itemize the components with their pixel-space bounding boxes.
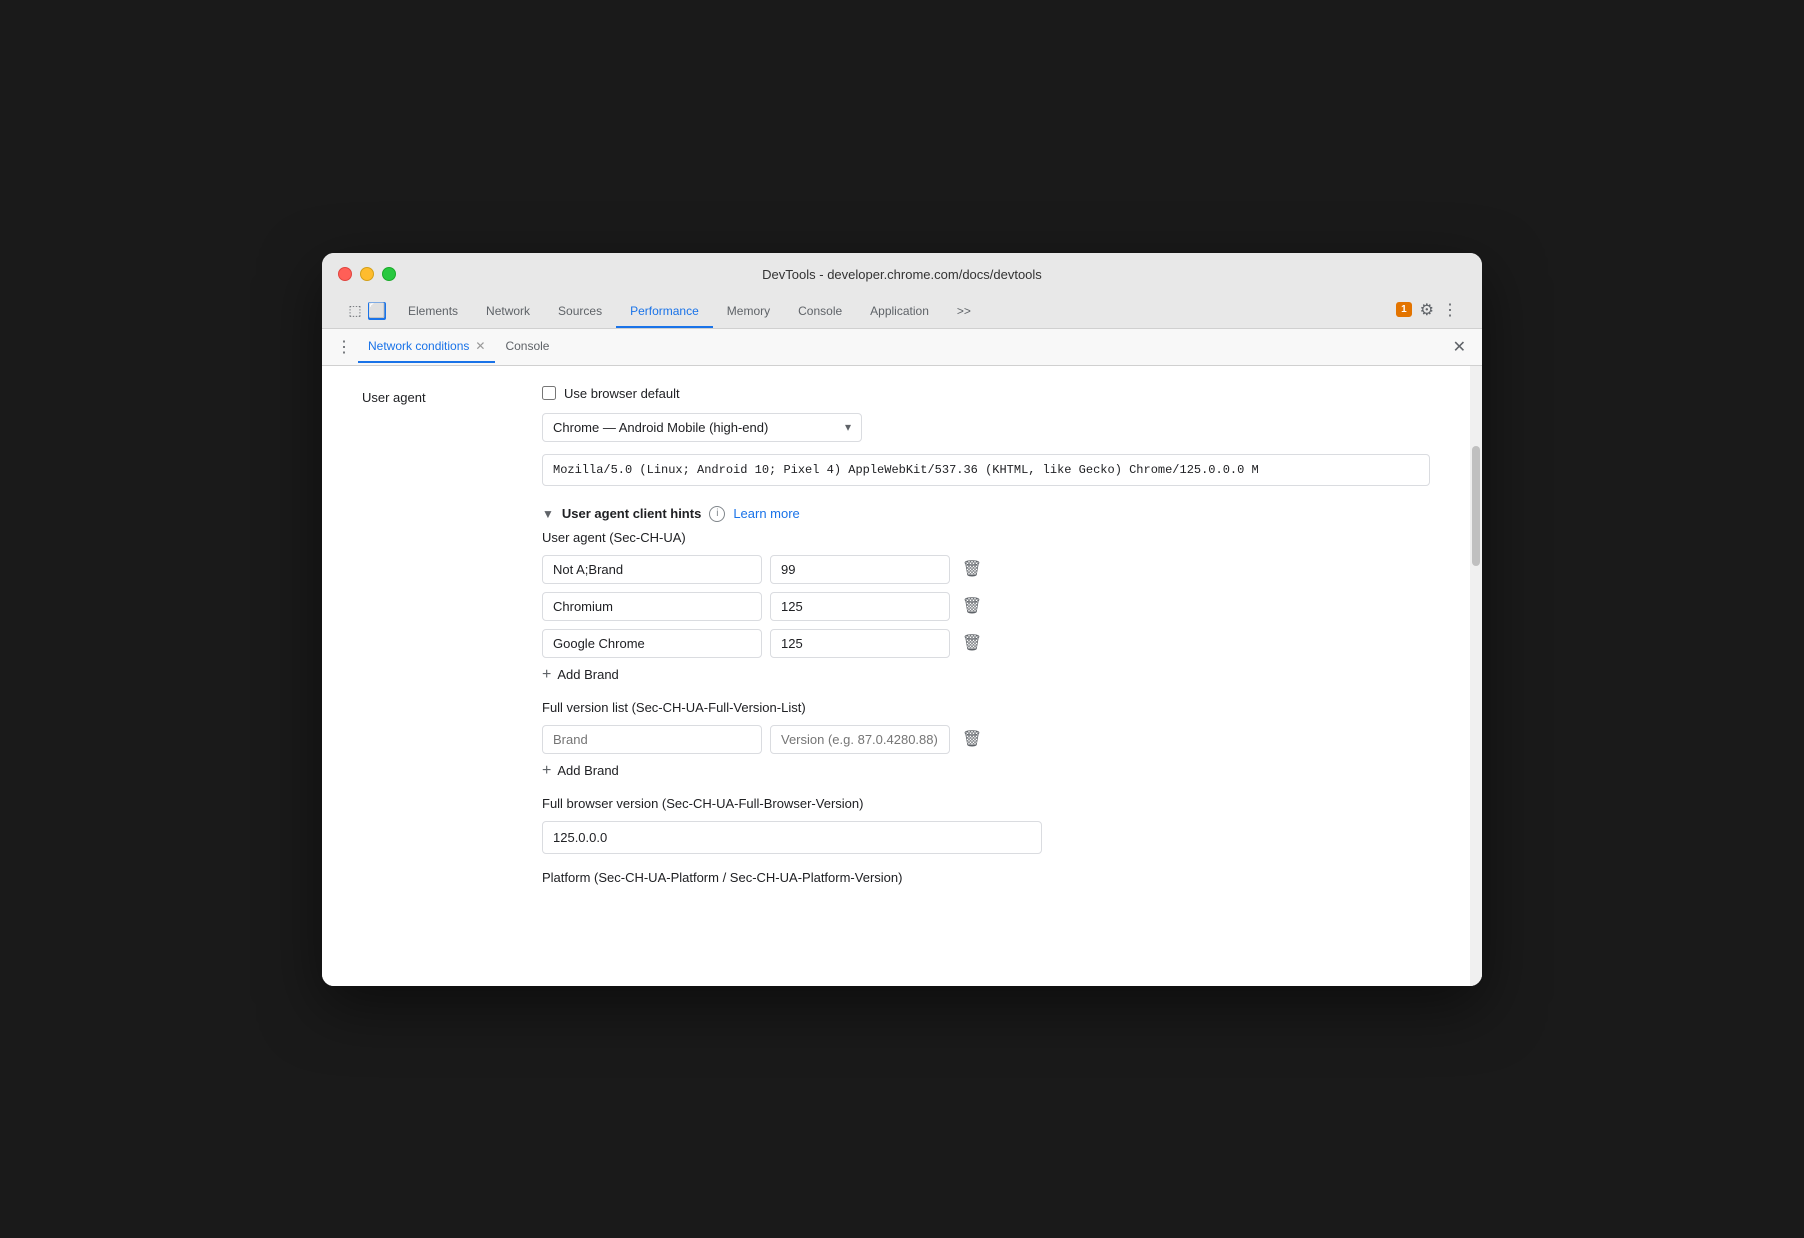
content-area: User agent Use browser default Chrome — … xyxy=(322,366,1482,986)
brand-version-input-2[interactable] xyxy=(770,629,950,658)
inspector-icon[interactable]: ⬜ xyxy=(368,302,386,320)
network-conditions-close-icon[interactable]: ✕ xyxy=(475,339,485,353)
brand-row-2: 🗑 xyxy=(542,629,1430,658)
close-drawer-icon[interactable]: ✕ xyxy=(1445,329,1474,365)
brand-name-input-2[interactable] xyxy=(542,629,762,658)
tab-sources[interactable]: Sources xyxy=(544,296,616,328)
toolbar-icons-left: ⬚ ⬜ xyxy=(338,302,394,328)
scrollbar-thumb[interactable] xyxy=(1472,446,1480,566)
sec-ch-ua-label: User agent (Sec-CH-UA) xyxy=(542,530,1430,545)
client-hints-title: User agent client hints xyxy=(562,506,701,521)
full-version-section: Full version list (Sec-CH-UA-Full-Versio… xyxy=(542,700,1430,780)
brand-version-input-0[interactable] xyxy=(770,555,950,584)
plus-icon-1: + xyxy=(542,666,551,684)
info-icon[interactable]: i xyxy=(709,506,725,522)
chevron-down-icon: ▾ xyxy=(845,420,851,434)
add-brand-label-2: Add Brand xyxy=(557,763,618,778)
client-hints-divider: ▼ User agent client hints i Learn more U… xyxy=(542,506,1430,885)
delete-brand-icon-2[interactable]: 🗑 xyxy=(958,629,986,657)
user-agent-section: User agent Use browser default Chrome — … xyxy=(362,386,1430,897)
tab-console-secondary[interactable]: Console xyxy=(495,331,559,363)
full-version-brand-input[interactable] xyxy=(542,725,762,754)
tab-elements[interactable]: Elements xyxy=(394,296,472,328)
tab-menu-icon[interactable]: ⋮ xyxy=(330,337,358,357)
tab-performance[interactable]: Performance xyxy=(616,296,713,328)
close-button[interactable] xyxy=(338,267,352,281)
delete-brand-icon-1[interactable]: 🗑 xyxy=(958,592,986,620)
more-options-icon[interactable]: ⋮ xyxy=(1442,300,1458,320)
toolbar-icons-right: 1 ⚙ ⋮ xyxy=(1388,300,1466,328)
hints-toggle-icon[interactable]: ▼ xyxy=(542,507,554,521)
minimize-button[interactable] xyxy=(360,267,374,281)
issues-badge[interactable]: 1 xyxy=(1396,302,1412,317)
maximize-button[interactable] xyxy=(382,267,396,281)
platform-label: Platform (Sec-CH-UA-Platform / Sec-CH-UA… xyxy=(542,870,1430,885)
use-browser-default-label: Use browser default xyxy=(564,386,680,401)
main-panel: User agent Use browser default Chrome — … xyxy=(322,366,1470,986)
full-browser-version-section: Full browser version (Sec-CH-UA-Full-Bro… xyxy=(542,796,1430,854)
hints-header: ▼ User agent client hints i Learn more xyxy=(542,506,1430,522)
add-brand-button-2[interactable]: + Add Brand xyxy=(542,762,1430,780)
tab-network-conditions[interactable]: Network conditions ✕ xyxy=(358,331,495,363)
tab-memory[interactable]: Memory xyxy=(713,296,784,328)
delete-brand-icon-0[interactable]: 🗑 xyxy=(958,555,986,583)
ua-string-input[interactable] xyxy=(542,454,1430,486)
main-tab-bar: ⬚ ⬜ Elements Network Sources Performance… xyxy=(338,296,1466,328)
brand-name-input-1[interactable] xyxy=(542,592,762,621)
full-browser-version-label: Full browser version (Sec-CH-UA-Full-Bro… xyxy=(542,796,1430,811)
full-version-version-input[interactable] xyxy=(770,725,950,754)
tab-more[interactable]: >> xyxy=(943,296,985,328)
full-version-brand-row: 🗑 xyxy=(542,725,1430,754)
selector-icon[interactable]: ⬚ xyxy=(346,302,364,320)
user-agent-label: User agent xyxy=(362,386,542,405)
add-brand-button-1[interactable]: + Add Brand xyxy=(542,666,1430,684)
devtools-window: DevTools - developer.chrome.com/docs/dev… xyxy=(322,253,1482,986)
tab-network[interactable]: Network xyxy=(472,296,544,328)
plus-icon-2: + xyxy=(542,762,551,780)
ua-profile-dropdown[interactable]: Chrome — Android Mobile (high-end) ▾ xyxy=(542,413,862,442)
secondary-tab-bar: ⋮ Network conditions ✕ Console ✕ xyxy=(322,329,1482,366)
full-version-label: Full version list (Sec-CH-UA-Full-Versio… xyxy=(542,700,1430,715)
add-brand-label-1: Add Brand xyxy=(557,667,618,682)
brand-row-1: 🗑 xyxy=(542,592,1430,621)
title-bar: DevTools - developer.chrome.com/docs/dev… xyxy=(322,253,1482,329)
learn-more-link[interactable]: Learn more xyxy=(733,506,799,521)
console-label: Console xyxy=(505,339,549,353)
network-conditions-label: Network conditions xyxy=(368,339,469,353)
user-agent-content: Use browser default Chrome — Android Mob… xyxy=(542,386,1430,897)
tab-console[interactable]: Console xyxy=(784,296,856,328)
brand-version-input-1[interactable] xyxy=(770,592,950,621)
traffic-lights xyxy=(338,267,396,281)
ua-profile-value: Chrome — Android Mobile (high-end) xyxy=(553,420,768,435)
brand-name-input-0[interactable] xyxy=(542,555,762,584)
settings-icon[interactable]: ⚙ xyxy=(1420,300,1434,320)
tab-application[interactable]: Application xyxy=(856,296,943,328)
use-browser-default-checkbox[interactable] xyxy=(542,386,556,400)
platform-section: Platform (Sec-CH-UA-Platform / Sec-CH-UA… xyxy=(542,870,1430,885)
scrollbar[interactable] xyxy=(1470,366,1482,986)
full-browser-version-input[interactable] xyxy=(542,821,1042,854)
ua-profile-select-row: Chrome — Android Mobile (high-end) ▾ xyxy=(542,413,1430,442)
delete-full-version-icon[interactable]: 🗑 xyxy=(958,725,986,753)
use-browser-default-row: Use browser default xyxy=(542,386,1430,401)
brand-row-0: 🗑 xyxy=(542,555,1430,584)
window-title: DevTools - developer.chrome.com/docs/dev… xyxy=(762,267,1042,282)
